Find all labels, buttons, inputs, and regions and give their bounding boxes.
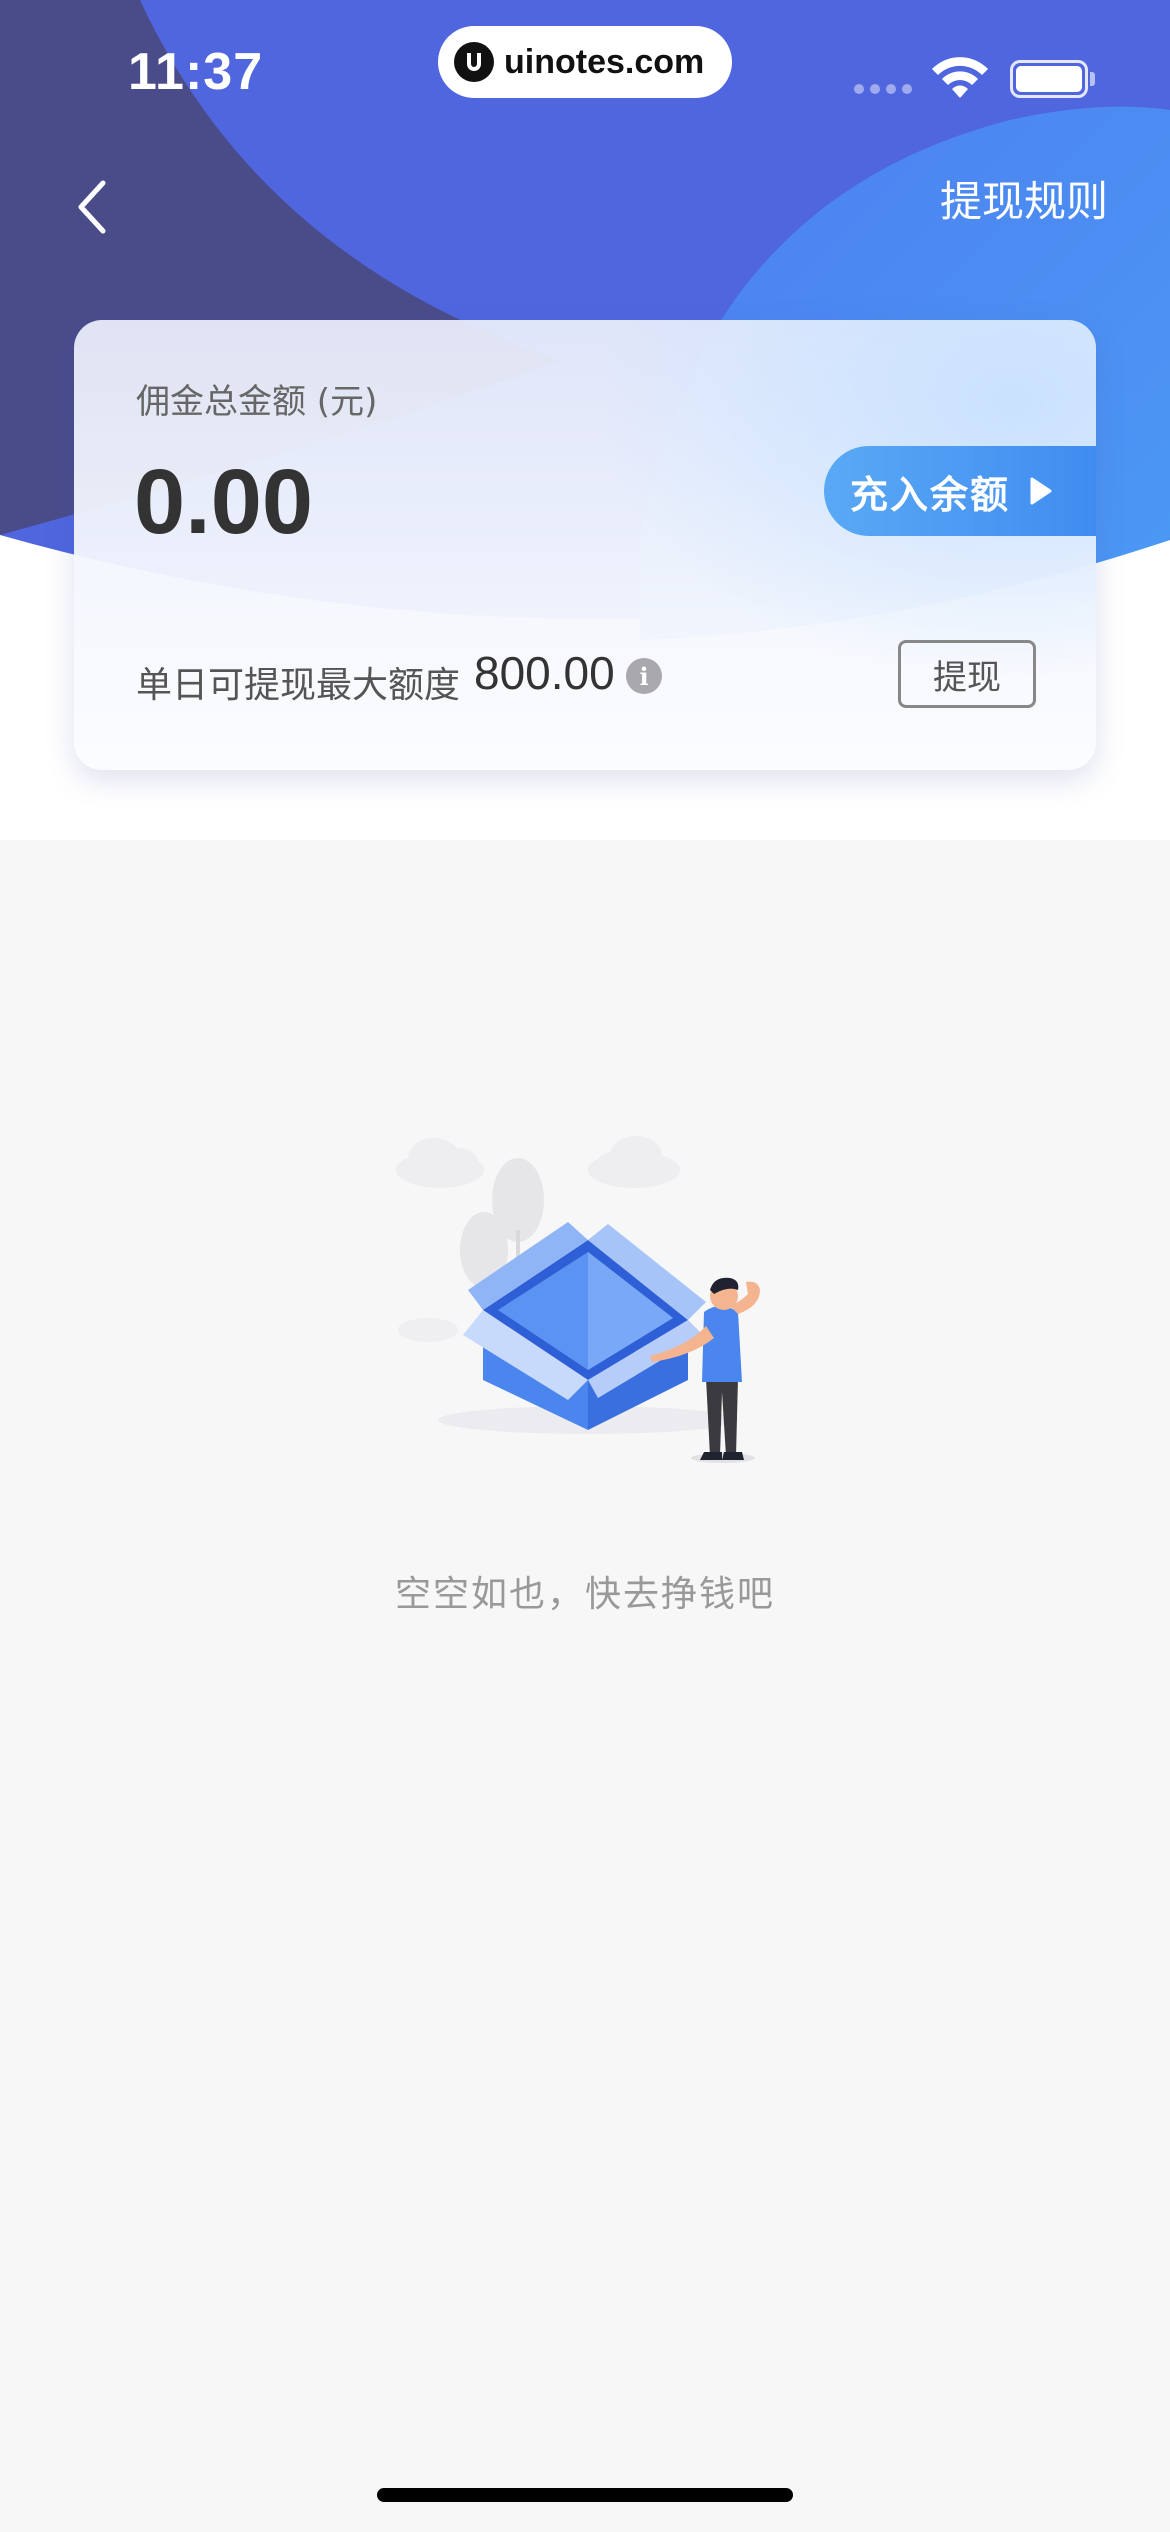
url-watermark: uinotes.com [438,26,732,98]
info-icon[interactable]: i [626,658,662,694]
home-indicator[interactable] [377,2488,793,2502]
total-commission-amount: 0.00 [134,451,314,553]
content-background [0,840,1170,2532]
recharge-balance-label: 充入余额 [850,472,1011,517]
uinotes-logo-icon [454,42,494,82]
daily-limit-label: 单日可提现最大额度 [136,665,461,706]
cellular-signal-icon [854,84,912,94]
chevron-left-icon [78,180,106,234]
battery-icon [1010,60,1088,98]
empty-state-message: 空空如也，快去挣钱吧 [394,1574,775,1615]
back-button[interactable] [62,172,122,242]
total-commission-label: 佣金总金额 (元) [136,382,378,422]
play-arrow-icon [1030,477,1052,505]
daily-limit-value: 800.00 [474,647,615,699]
url-text: uinotes.com [504,42,705,81]
commission-card: 佣金总金额 (元) 0.00 充入余额 单日可提现最大额度 800.00 i 提… [74,320,1096,770]
wifi-icon [932,57,988,98]
empty-box-illustration [396,1136,760,1463]
status-time: 11:37 [128,43,264,101]
recharge-balance-button[interactable]: 充入余额 [824,446,1096,536]
withdraw-rules-link[interactable]: 提现规则 [940,168,1108,229]
withdraw-button[interactable]: 提现 [898,640,1036,708]
